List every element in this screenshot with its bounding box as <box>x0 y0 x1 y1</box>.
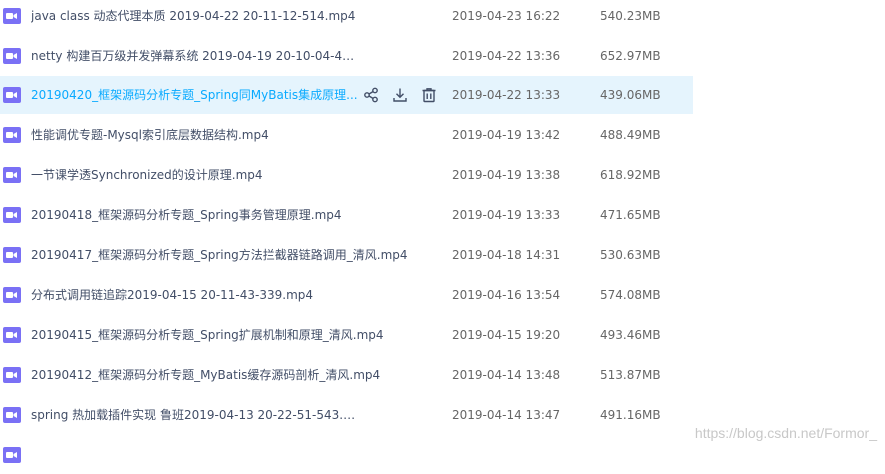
file-name[interactable]: 20190418_框架源码分析专题_Spring事务管理原理.mp4 <box>31 196 361 234</box>
file-date: 2019-04-19 13:38 <box>452 168 561 182</box>
file-size: 513.87MB <box>600 368 661 382</box>
video-file-icon <box>3 48 21 64</box>
video-file-icon <box>3 8 21 24</box>
file-date: 2019-04-23 16:22 <box>452 9 561 23</box>
trash-icon <box>422 88 436 103</box>
file-name[interactable]: 性能调优专题-Mysql索引底层数据结构.mp4 <box>31 116 361 154</box>
share-icon <box>364 87 378 103</box>
file-date: 2019-04-22 13:33 <box>452 88 561 102</box>
file-size: 652.97MB <box>600 49 661 63</box>
file-size: 618.92MB <box>600 168 661 182</box>
download-icon <box>393 88 407 102</box>
file-name[interactable]: 一节课学透Synchronized的设计原理.mp4 <box>31 156 361 194</box>
file-row-partial[interactable] <box>0 436 693 474</box>
file-size: 439.06MB <box>600 88 661 102</box>
file-row[interactable]: 分布式调用链追踪2019-04-15 20-11-43-339.mp4 2019… <box>0 276 693 314</box>
file-row[interactable]: 20190417_框架源码分析专题_Spring方法拦截器链路调用_清风.mp4… <box>0 236 693 274</box>
video-file-icon <box>3 87 21 103</box>
file-name[interactable]: 20190412_框架源码分析专题_MyBatis缓存源码剖析_清风.mp4 <box>31 356 411 394</box>
video-file-icon <box>3 287 21 303</box>
file-date: 2019-04-19 13:42 <box>452 128 561 142</box>
file-name[interactable]: 分布式调用链追踪2019-04-15 20-11-43-339.mp4 <box>31 276 361 314</box>
file-date: 2019-04-22 13:36 <box>452 49 561 63</box>
file-date: 2019-04-14 13:47 <box>452 408 561 422</box>
file-name[interactable]: 20190415_框架源码分析专题_Spring扩展机制和原理_清风.mp4 <box>31 316 411 354</box>
file-name[interactable]: 20190417_框架源码分析专题_Spring方法拦截器链路调用_清风.mp4 <box>31 236 411 274</box>
file-name[interactable]: spring 热加载插件实现 鲁班2019-04-13 20-22-51-543… <box>31 396 361 434</box>
video-file-icon <box>3 167 21 183</box>
video-file-icon <box>3 367 21 383</box>
file-size: 488.49MB <box>600 128 661 142</box>
file-date: 2019-04-14 13:48 <box>452 368 561 382</box>
file-row[interactable]: 性能调优专题-Mysql索引底层数据结构.mp4 2019-04-19 13:4… <box>0 116 693 154</box>
download-button[interactable] <box>391 86 409 104</box>
file-name[interactable]: netty 构建百万级并发弹幕系统 2019-04-19 20-10-04-44… <box>31 37 361 75</box>
file-date: 2019-04-16 13:54 <box>452 288 561 302</box>
watermark: https://blog.csdn.net/Formor_ <box>694 425 877 441</box>
video-file-icon <box>3 407 21 423</box>
file-row[interactable]: spring 热加载插件实现 鲁班2019-04-13 20-22-51-543… <box>0 396 693 434</box>
file-name[interactable]: 20190420_框架源码分析专题_Spring同MyBatis集成原理... <box>31 76 361 114</box>
file-date: 2019-04-15 19:20 <box>452 328 561 342</box>
video-file-icon <box>3 247 21 263</box>
file-name[interactable]: java class 动态代理本质 2019-04-22 20-11-12-51… <box>31 0 361 35</box>
file-row[interactable]: 20190412_框架源码分析专题_MyBatis缓存源码剖析_清风.mp4 2… <box>0 356 693 394</box>
file-row[interactable]: netty 构建百万级并发弹幕系统 2019-04-19 20-10-04-44… <box>0 37 693 75</box>
file-size: 574.08MB <box>600 288 661 302</box>
file-size: 530.63MB <box>600 248 661 262</box>
file-date: 2019-04-19 13:33 <box>452 208 561 222</box>
delete-button[interactable] <box>420 86 438 104</box>
video-file-icon <box>3 327 21 343</box>
file-row[interactable]: 一节课学透Synchronized的设计原理.mp4 2019-04-19 13… <box>0 156 693 194</box>
row-actions <box>362 86 438 104</box>
file-row-hovered[interactable]: 20190420_框架源码分析专题_Spring同MyBatis集成原理... … <box>0 76 693 114</box>
file-row[interactable]: java class 动态代理本质 2019-04-22 20-11-12-51… <box>0 0 693 35</box>
file-size: 491.16MB <box>600 408 661 422</box>
file-date: 2019-04-18 14:31 <box>452 248 561 262</box>
file-size: 540.23MB <box>600 9 661 23</box>
video-file-icon <box>3 447 21 463</box>
file-size: 493.46MB <box>600 328 661 342</box>
file-row[interactable]: 20190415_框架源码分析专题_Spring扩展机制和原理_清风.mp4 2… <box>0 316 693 354</box>
share-button[interactable] <box>362 86 380 104</box>
file-size: 471.65MB <box>600 208 661 222</box>
file-row[interactable]: 20190418_框架源码分析专题_Spring事务管理原理.mp4 2019-… <box>0 196 693 234</box>
video-file-icon <box>3 207 21 223</box>
video-file-icon <box>3 127 21 143</box>
